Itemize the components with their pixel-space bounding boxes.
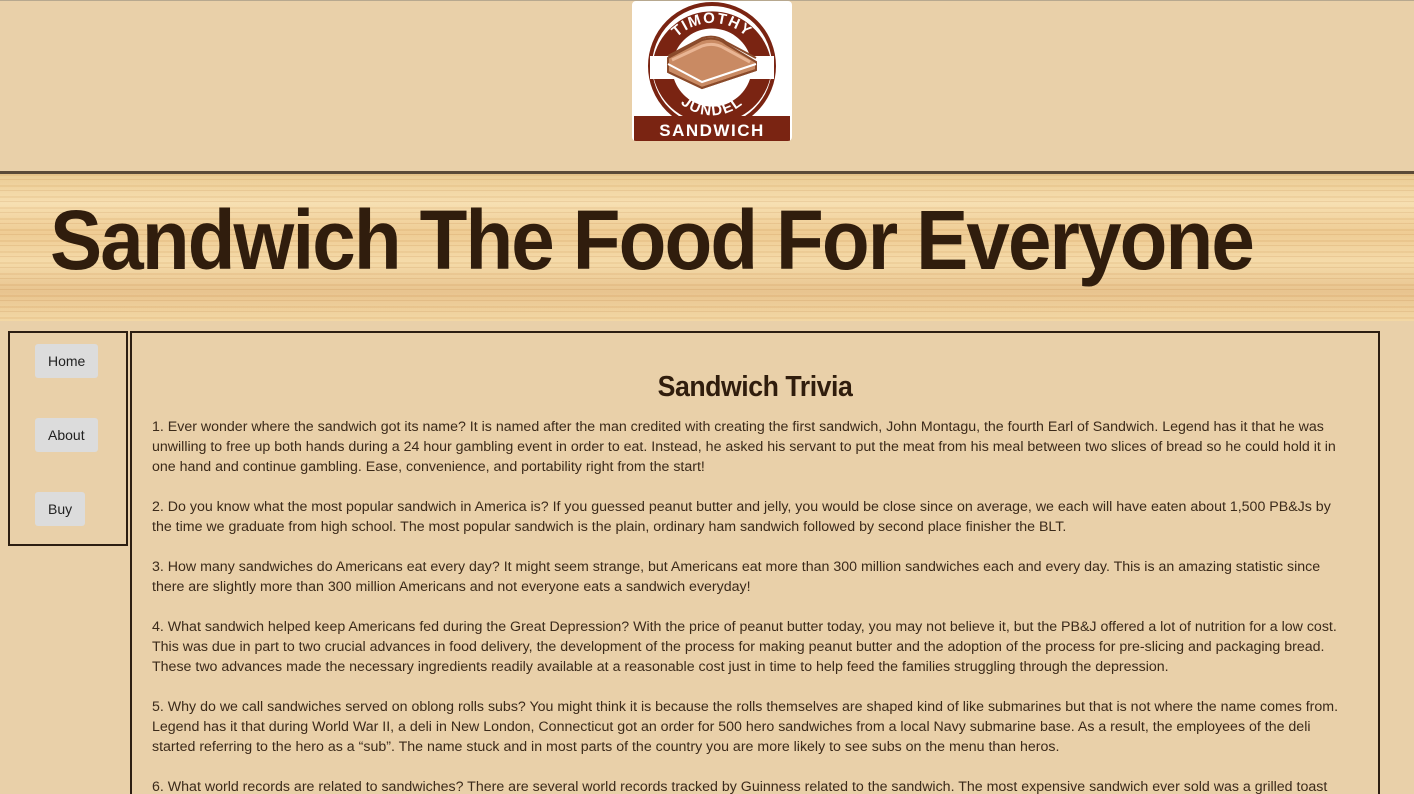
banner-title: Sandwich The Food For Everyone [50, 193, 1255, 287]
trivia-list: 1. Ever wonder where the sandwich got it… [152, 417, 1352, 794]
main-content: Sandwich Trivia 1. Ever wonder where the… [130, 331, 1380, 794]
sandwich-logo-icon: TIMOTHY JUNDEL SANDWICH [634, 2, 790, 141]
page-title: Sandwich Trivia [657, 371, 853, 403]
trivia-item-6: 6. What world records are related to san… [152, 779, 1328, 794]
sidebar-nav: Home About Buy [8, 331, 128, 546]
brand-logo[interactable]: TIMOTHY JUNDEL SANDWICH [632, 1, 792, 141]
hero-banner: Sandwich The Food For Everyone [0, 171, 1414, 321]
trivia-item-1: 1. Ever wonder where the sandwich got it… [152, 419, 1336, 475]
trivia-item-4: 4. What sandwich helped keep Americans f… [152, 619, 1337, 675]
trivia-item-5: 5. Why do we call sandwiches served on o… [152, 699, 1339, 755]
trivia-item-2: 2. Do you know what the most popular san… [152, 499, 1331, 535]
nav-home-button[interactable]: Home [35, 344, 99, 378]
trivia-item-3: 3. How many sandwiches do Americans eat … [152, 559, 1321, 595]
nav-about-button[interactable]: About [35, 418, 98, 452]
svg-text:SANDWICH: SANDWICH [659, 121, 765, 140]
nav-buy-button[interactable]: Buy [35, 492, 86, 526]
